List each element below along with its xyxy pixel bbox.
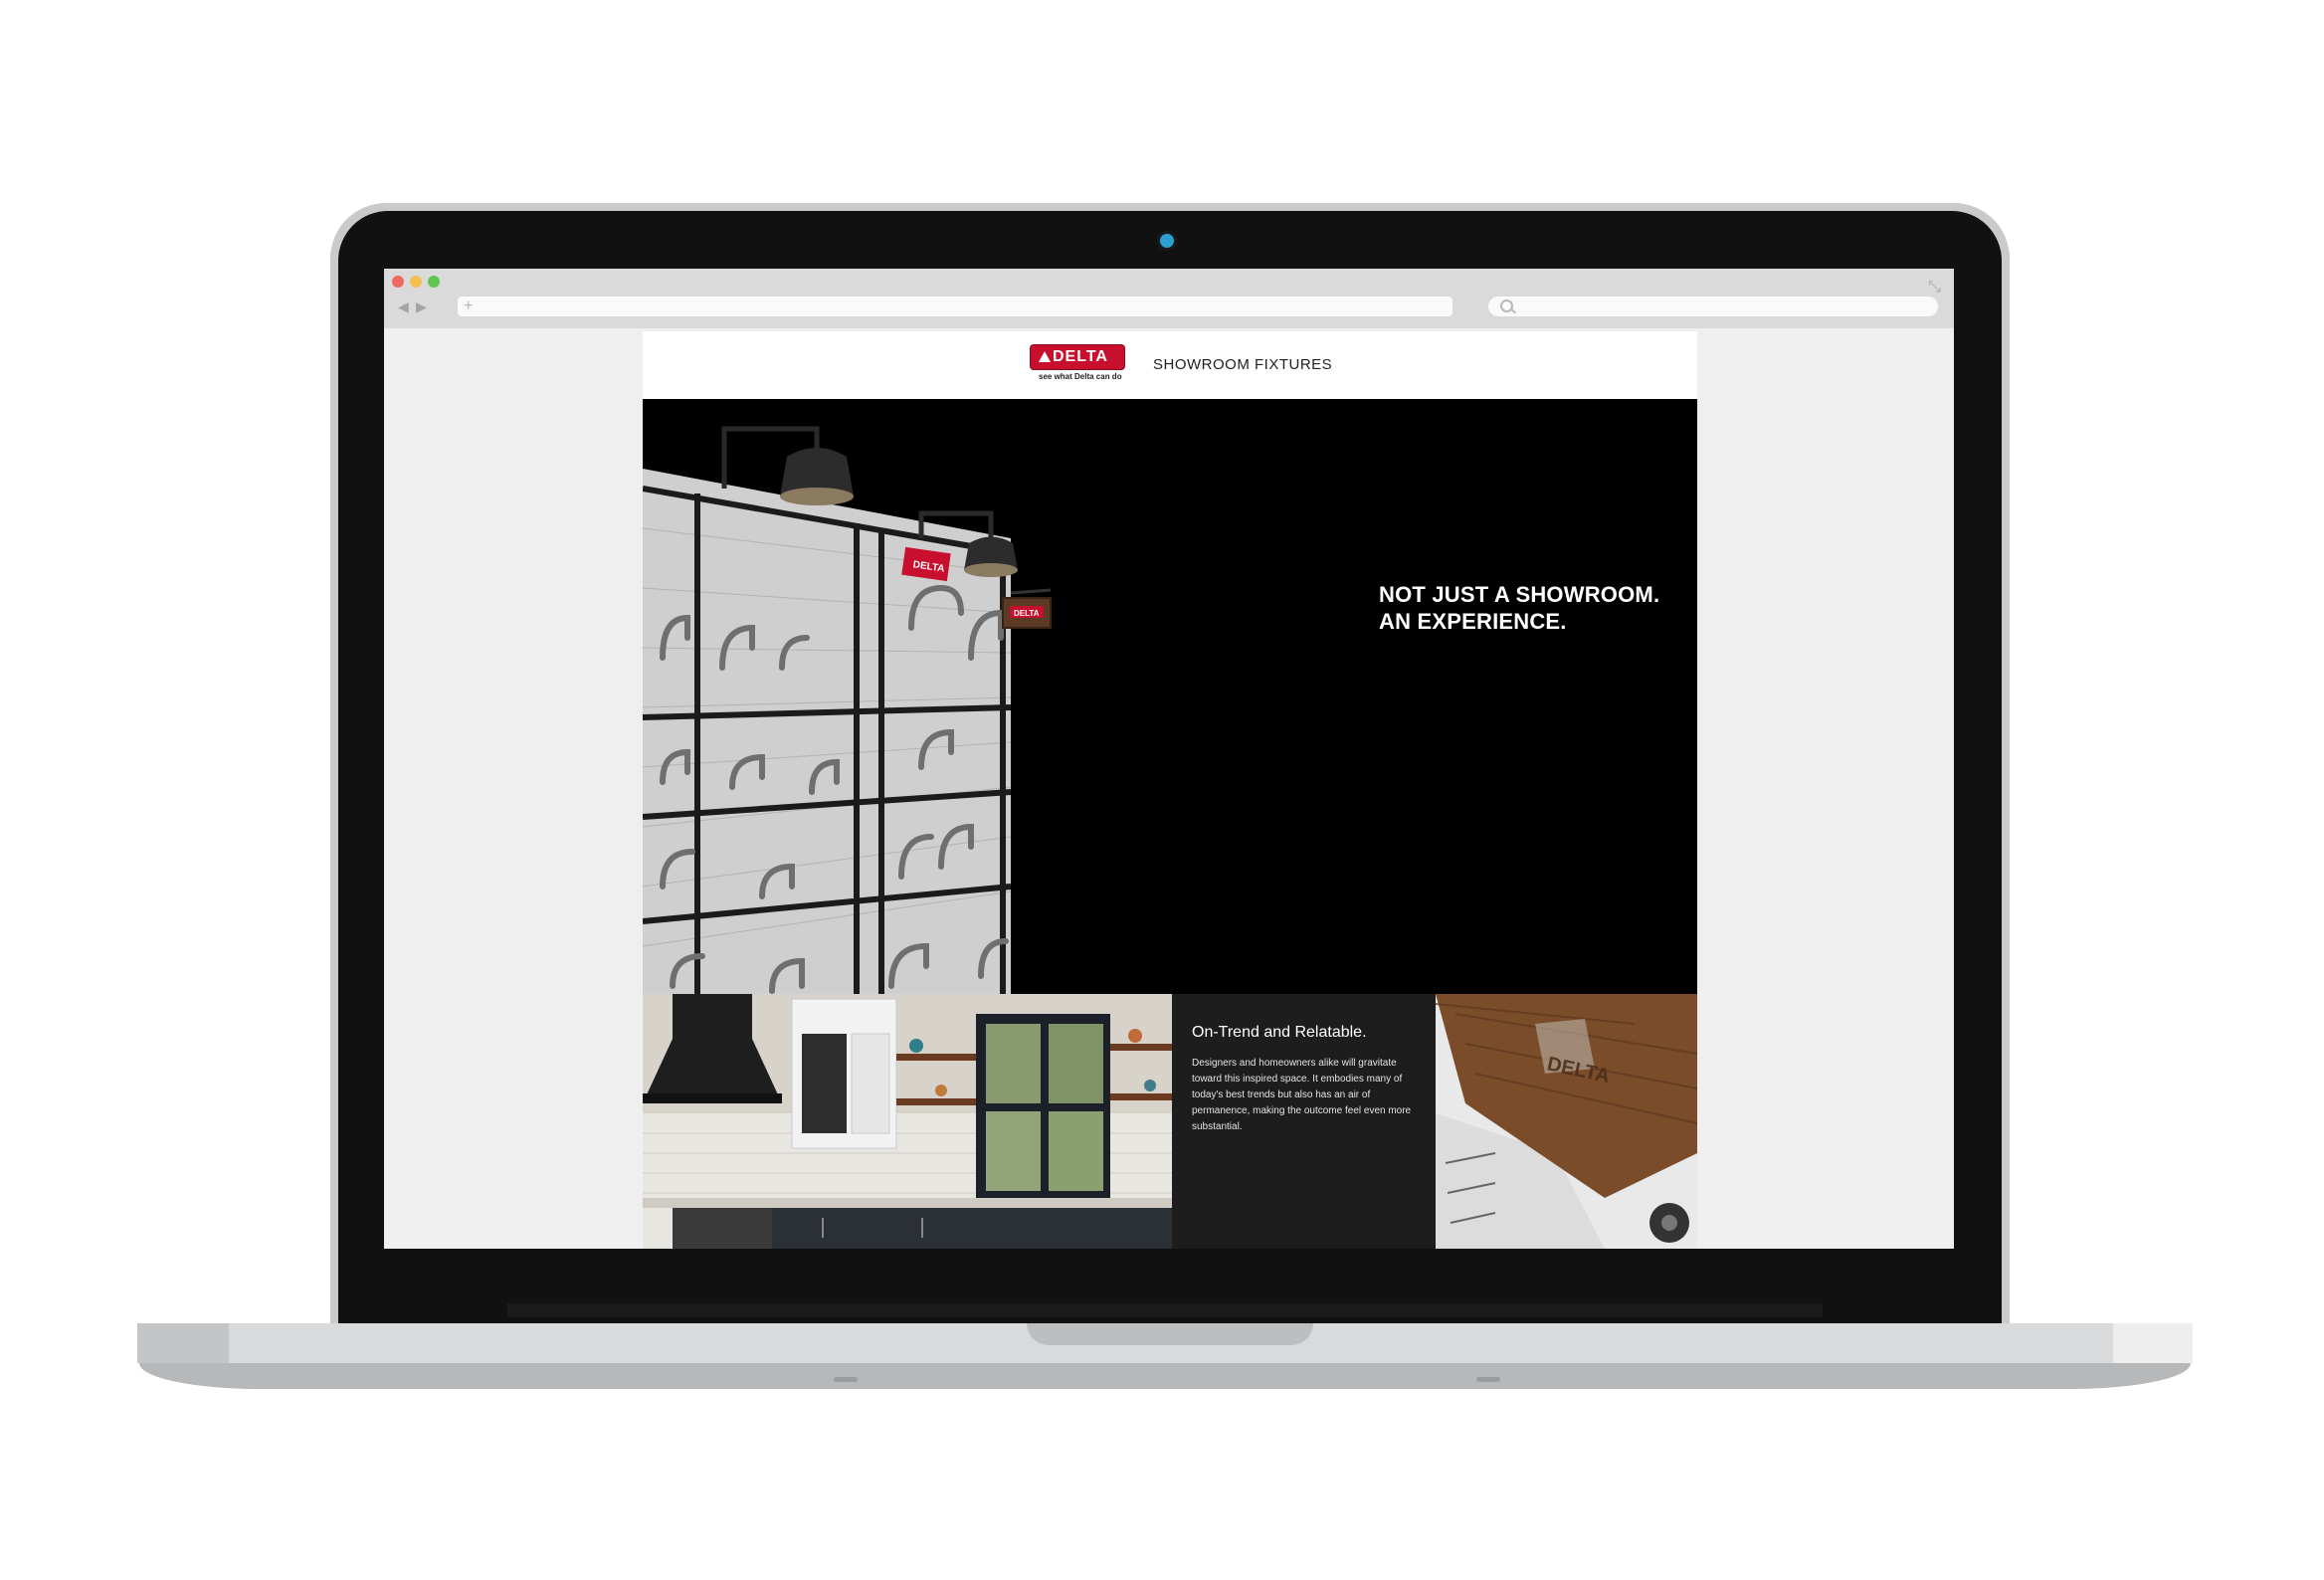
- fullscreen-icon[interactable]: ⤡: [1928, 279, 1941, 296]
- laptop-base-right-edge: [2113, 1323, 2193, 1363]
- back-arrow-icon[interactable]: ◀: [398, 298, 409, 315]
- delta-triangle-icon: [1039, 351, 1051, 362]
- kitchen-photo: [643, 994, 1172, 1249]
- engraved-wood-photo: DELTA: [1436, 994, 1697, 1249]
- web-page: DELTA see what Delta can do SHOWROOM FIX…: [643, 331, 1697, 1249]
- new-tab-plus-icon[interactable]: +: [464, 296, 473, 316]
- logo-tagline: see what Delta can do: [1039, 372, 1122, 381]
- browser-toolbar: ◀ ▶ + ⤡: [384, 269, 1954, 328]
- page-title: SHOWROOM FIXTURES: [1153, 356, 1333, 373]
- hero-headline-line-1: NOT JUST A SHOWROOM.: [1379, 582, 1660, 607]
- hanging-sign-text: DELTA: [1014, 609, 1040, 618]
- search-bar[interactable]: [1488, 296, 1938, 316]
- feature-body: Designers and homeowners alike will grav…: [1192, 1058, 1412, 1132]
- hero-headline: NOT JUST A SHOWROOM. AN EXPERIENCE.: [1379, 581, 1677, 635]
- webcam-icon: [1160, 234, 1174, 248]
- laptop-base-left-edge: [137, 1323, 229, 1363]
- showroom-display-image: DELTA DELTA: [643, 426, 1052, 994]
- laptop-opening-notch: [1027, 1323, 1313, 1345]
- laptop-base-bottom: [139, 1363, 2191, 1389]
- address-bar[interactable]: +: [458, 296, 1452, 316]
- delta-logo[interactable]: DELTA see what Delta can do: [1031, 345, 1124, 385]
- feature-title: On-Trend and Relatable.: [1192, 1024, 1367, 1041]
- feature-text-panel: On-Trend and Relatable. Designers and ho…: [1172, 994, 1436, 1249]
- hero-section: DELTA DELTA NOT JUST A SHOWROOM. AN EXPE…: [643, 399, 1697, 994]
- laptop-foot: [1476, 1377, 1500, 1382]
- site-header: DELTA see what Delta can do SHOWROOM FIX…: [643, 331, 1697, 399]
- laptop-foot: [834, 1377, 858, 1382]
- feature-row: On-Trend and Relatable. Designers and ho…: [643, 994, 1697, 1249]
- logo-badge: DELTA: [1031, 345, 1124, 369]
- laptop-hinge: [507, 1303, 1823, 1317]
- forward-arrow-icon[interactable]: ▶: [416, 298, 427, 315]
- browser-window: ◀ ▶ + ⤡ DELTA see what Delta can do SHOW…: [384, 269, 1954, 1249]
- window-minimize-button[interactable]: [410, 276, 422, 288]
- logo-wordmark: DELTA: [1053, 348, 1108, 365]
- search-icon: [1500, 299, 1513, 312]
- window-close-button[interactable]: [392, 276, 404, 288]
- hero-headline-line-2: AN EXPERIENCE.: [1379, 609, 1567, 634]
- window-maximize-button[interactable]: [428, 276, 440, 288]
